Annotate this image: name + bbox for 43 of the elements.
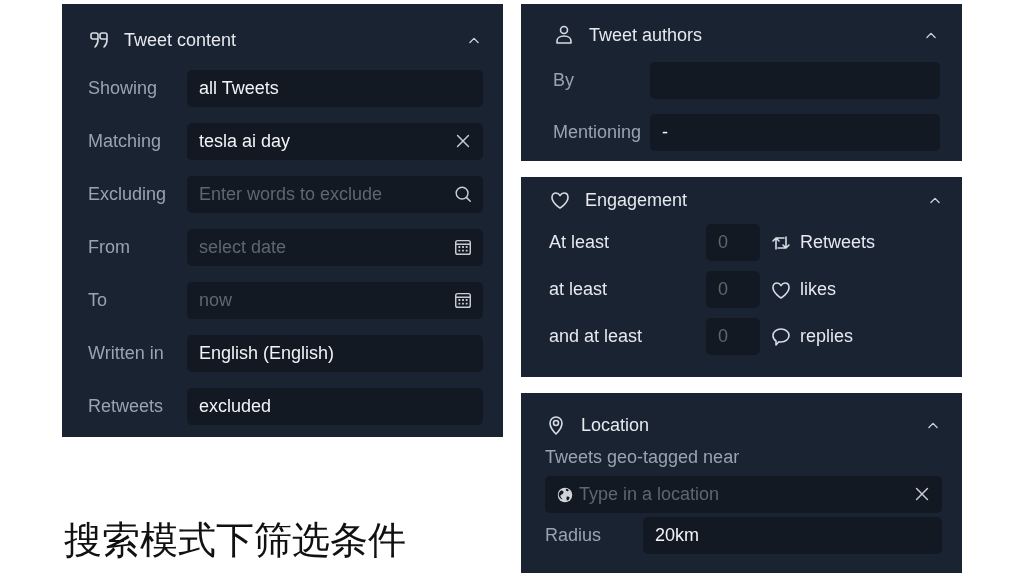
panel-title: Location	[581, 414, 651, 436]
quote-icon	[88, 29, 110, 51]
input-field[interactable]: tesla ai day	[187, 123, 483, 160]
panel-title: Engagement	[585, 189, 689, 211]
field-label: Radius	[545, 525, 603, 546]
globe-icon	[555, 485, 575, 505]
field-label: Written in	[88, 343, 165, 364]
field-label: To	[88, 290, 108, 311]
search-icon[interactable]	[453, 184, 473, 204]
field-label: Tweets geo-tagged near	[545, 447, 741, 468]
caption: 搜索模式下筛选条件	[64, 517, 407, 564]
field-label: From	[88, 237, 131, 258]
calendar-icon[interactable]	[453, 237, 473, 257]
input-field[interactable]: 0	[706, 224, 760, 261]
panel-title: Tweet authors	[589, 24, 704, 46]
metric-label: likes	[800, 279, 836, 300]
field-label: By	[553, 70, 575, 91]
field-label: Matching	[88, 131, 163, 152]
field-label: At least	[549, 232, 611, 253]
metric-label: Retweets	[800, 232, 876, 253]
field-label: Excluding	[88, 184, 168, 205]
input-field[interactable]: excluded	[187, 388, 483, 425]
panel-title: Tweet content	[124, 29, 238, 51]
input-field[interactable]: Enter words to exclude	[187, 176, 483, 213]
heart-icon	[549, 189, 571, 211]
input-field[interactable]: select date	[187, 229, 483, 266]
input-field[interactable]: 0	[706, 271, 760, 308]
input-field[interactable]: -	[650, 114, 940, 151]
field-label: at least	[549, 279, 609, 300]
input-field[interactable]: Type in a location	[545, 476, 942, 513]
calendar-icon[interactable]	[453, 290, 473, 310]
metric-label: replies	[800, 326, 854, 347]
input-field[interactable]: English (English)	[187, 335, 483, 372]
input-field[interactable]: all Tweets	[187, 70, 483, 107]
field-label: Showing	[88, 78, 159, 99]
field-label: Retweets	[88, 396, 165, 417]
input-field[interactable]: 20km	[643, 517, 942, 554]
field-label: and at least	[549, 326, 644, 347]
person-icon	[553, 24, 575, 46]
field-label: Mentioning	[553, 122, 643, 143]
speech-bubble-icon	[770, 325, 792, 348]
input-field[interactable]: 0	[706, 318, 760, 355]
input-field[interactable]: now	[187, 282, 483, 319]
